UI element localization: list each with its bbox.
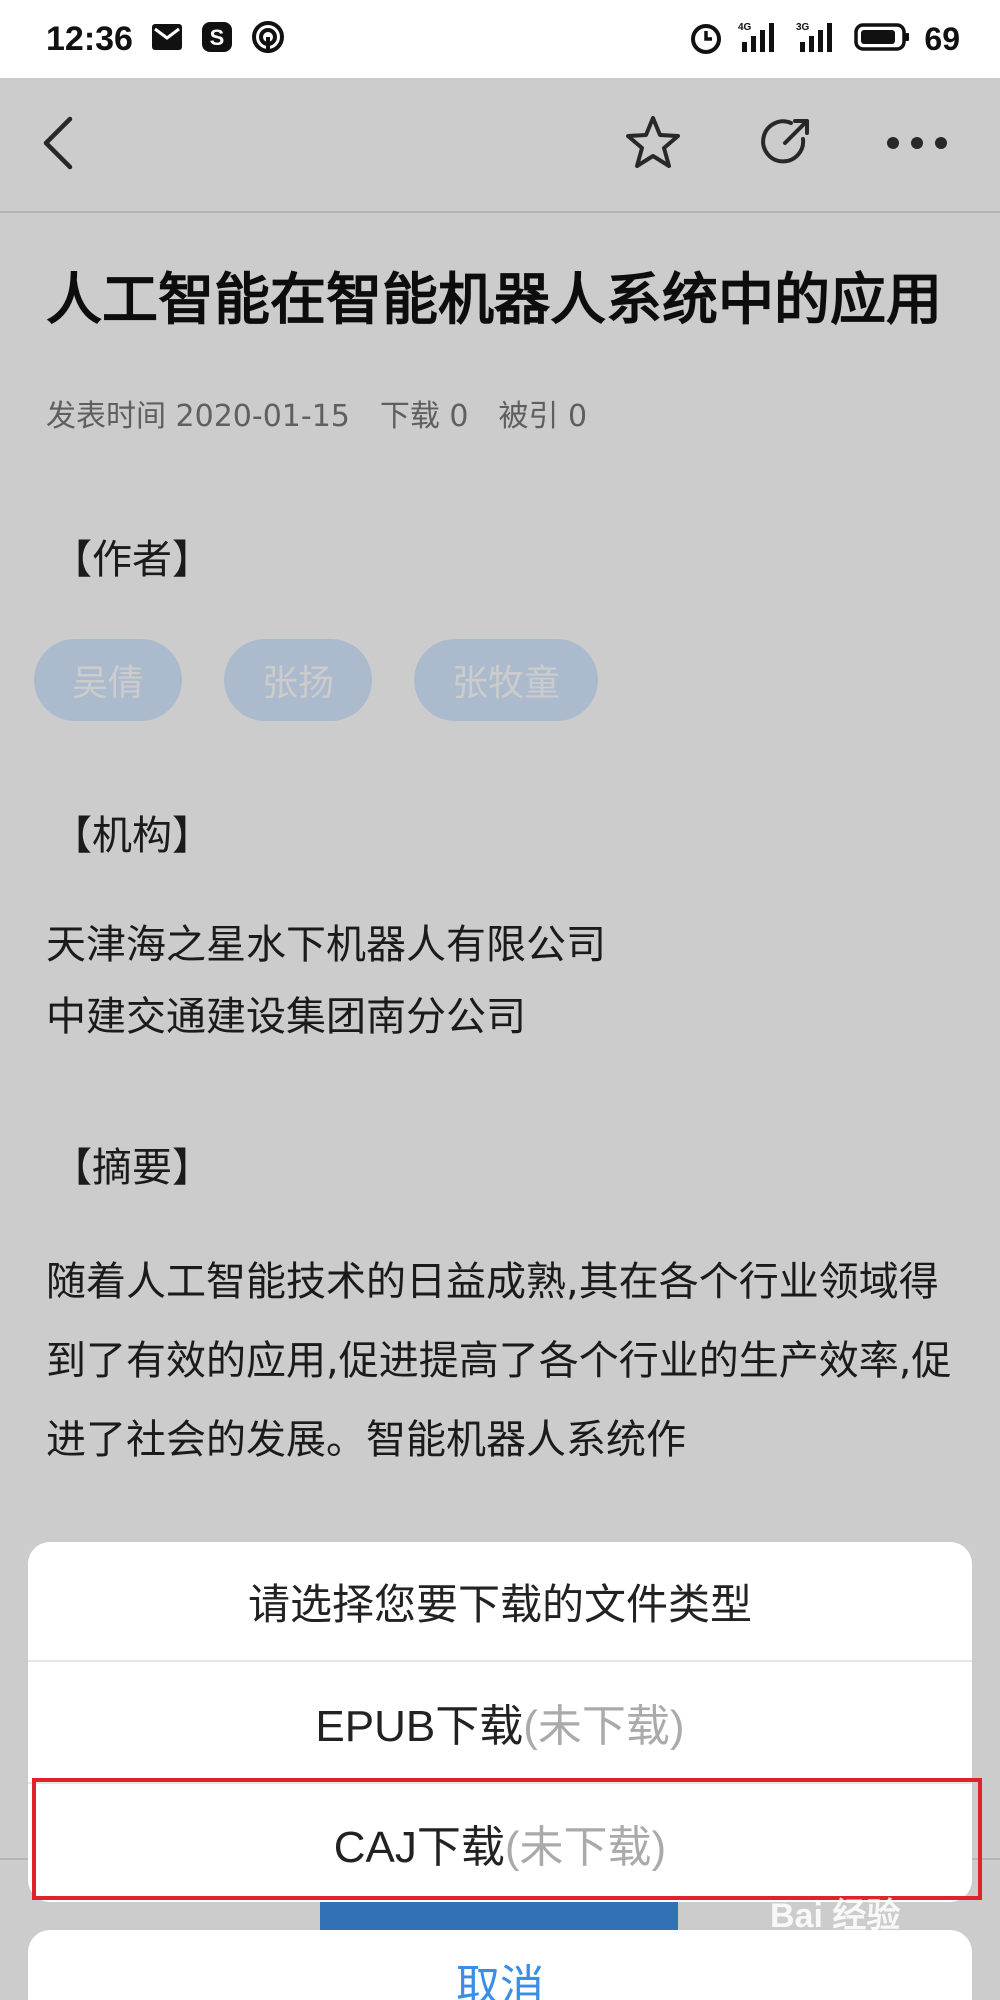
alarm-icon xyxy=(688,19,724,59)
cancel-button[interactable]: 取消 xyxy=(28,1930,972,2000)
hotspot-icon xyxy=(251,20,285,58)
signal-3g-icon: 3G xyxy=(796,20,840,58)
cancel-label: 取消 xyxy=(456,1961,544,2000)
app-s-icon: S xyxy=(201,21,233,57)
mail-icon xyxy=(151,23,183,55)
sheet-title: 请选择您要下载的文件类型 xyxy=(28,1542,972,1662)
svg-text:S: S xyxy=(210,25,225,50)
option-status: (未下载) xyxy=(523,1702,685,1751)
watermark: Bai 经验 xyxy=(770,1897,901,1935)
battery-icon xyxy=(854,22,910,56)
signal-4g-icon: 4G xyxy=(738,20,782,58)
status-bar: 12:36 S 4G 3G 69 xyxy=(0,0,1000,78)
svg-text:3G: 3G xyxy=(796,22,810,33)
epub-download-option[interactable]: EPUB下载 (未下载) xyxy=(28,1662,972,1782)
svg-text:4G: 4G xyxy=(738,22,752,33)
battery-level: 69 xyxy=(924,20,960,57)
highlight-box xyxy=(32,1778,982,1900)
status-time: 12:36 xyxy=(46,19,133,58)
option-label: EPUB下载 xyxy=(315,1702,524,1751)
